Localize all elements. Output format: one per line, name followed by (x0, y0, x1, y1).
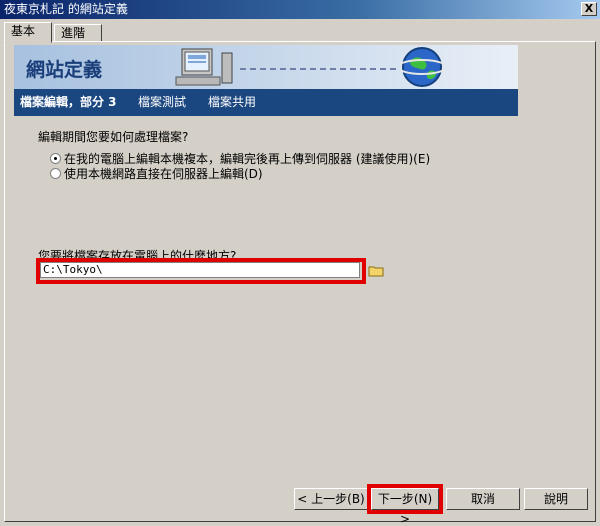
tab-advanced[interactable]: 進階 (54, 24, 102, 42)
computer-icon (175, 48, 233, 86)
banner-title: 網站定義 (26, 59, 103, 81)
radio-remote-edit[interactable] (50, 168, 61, 179)
folder-browse-icon[interactable] (368, 265, 384, 277)
radio-local-edit[interactable] (50, 153, 61, 164)
nav-step-testing: 檔案測試 (138, 95, 187, 109)
next-button[interactable]: 下一步(N) > (371, 488, 439, 526)
network-line-icon (240, 68, 400, 70)
close-button[interactable]: X (581, 2, 597, 16)
wizard-banner: 網站定義 (14, 45, 518, 89)
help-button[interactable]: 說明 (524, 488, 588, 510)
edit-question: 編輯期間您要如何處理檔案? (38, 130, 189, 144)
wizard-step-bar: 檔案編輯，部分 3 檔案測試 檔案共用 (14, 89, 518, 116)
back-button[interactable]: < 上一步(B) (294, 488, 368, 510)
tab-basic[interactable]: 基本 (4, 22, 52, 43)
nav-step-sharing: 檔案共用 (208, 95, 257, 109)
globe-icon (400, 47, 444, 87)
nav-step-current: 檔案編輯，部分 3 (20, 95, 117, 109)
local-path-input[interactable]: C:\Tokyo\ (40, 262, 360, 278)
window-title: 夜東京札記 的網站定義 (4, 2, 128, 16)
window-titlebar: 夜東京札記 的網站定義 X (0, 0, 600, 19)
option-remote-edit-label: 使用本機網路直接在伺服器上編輯(D) (64, 167, 263, 181)
cancel-button[interactable]: 取消 (446, 488, 520, 510)
option-local-edit-label: 在我的電腦上編輯本機複本，編輯完後再上傳到伺服器 (建議使用)(E) (64, 152, 431, 166)
